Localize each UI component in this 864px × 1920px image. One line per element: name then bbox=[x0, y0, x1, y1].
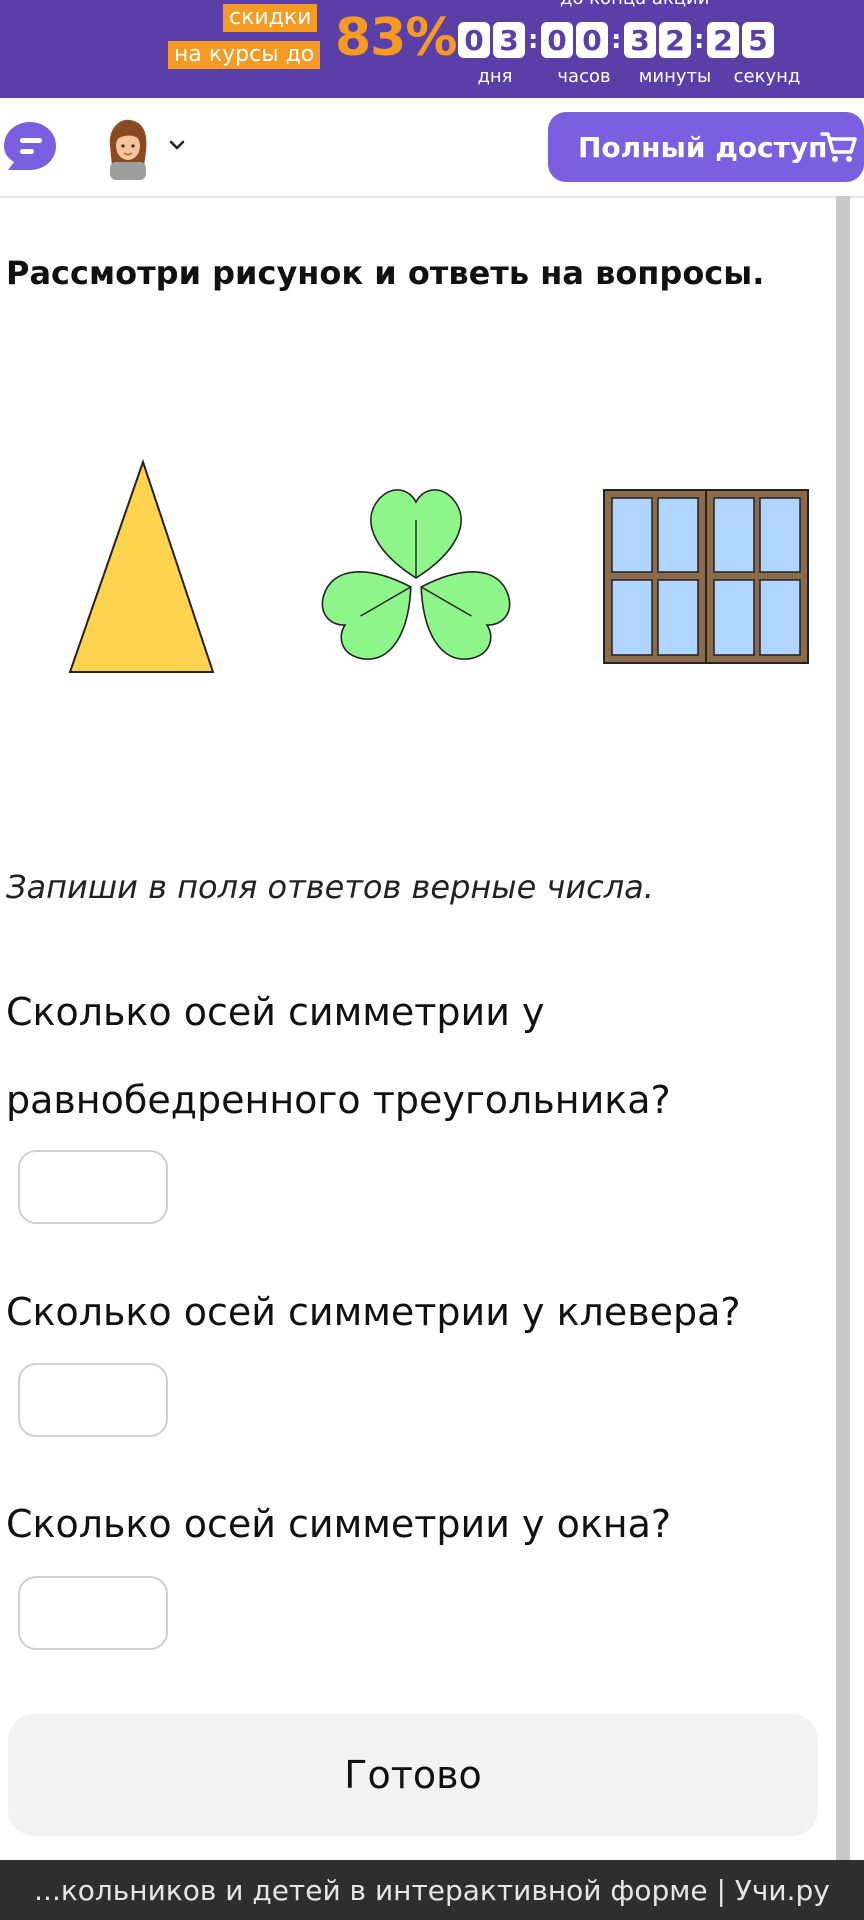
promo-percent: 83% bbox=[335, 8, 457, 68]
countdown-digit: 3 bbox=[624, 22, 656, 58]
countdown-unit-minutes: минуты bbox=[638, 66, 712, 87]
promo-banner[interactable]: до конца акции скидки на курсы до 83% 0 … bbox=[0, 0, 864, 98]
countdown-digit: 3 bbox=[493, 22, 525, 58]
promo-deadline-text: до конца акции bbox=[560, 0, 709, 9]
clover-figure bbox=[321, 489, 511, 660]
countdown-unit-seconds: секунд bbox=[733, 66, 801, 87]
countdown-digit: 2 bbox=[659, 22, 691, 58]
promo-tag-discounts: скидки bbox=[223, 4, 318, 32]
promo-tag-courses: на курсы до bbox=[168, 41, 321, 69]
avatar-icon[interactable] bbox=[102, 116, 154, 180]
question-3: Сколько осей симметрии у окна? bbox=[6, 1502, 672, 1546]
answer-field-2[interactable] bbox=[18, 1363, 168, 1437]
countdown-separator: : bbox=[528, 25, 539, 55]
countdown-digit: 0 bbox=[541, 22, 573, 58]
countdown-digit: 0 bbox=[458, 22, 490, 58]
question-2: Сколько осей симметрии у клевера? bbox=[6, 1290, 741, 1334]
figures-illustration bbox=[68, 458, 809, 673]
task-title: Рассмотри рисунок и ответь на вопросы. bbox=[6, 254, 765, 292]
scrollbar[interactable] bbox=[836, 196, 850, 1860]
window-figure bbox=[603, 489, 809, 664]
page-title-footer: ...кольников и детей в интерактивной фор… bbox=[0, 1860, 864, 1920]
answer-field-1[interactable] bbox=[18, 1150, 168, 1224]
countdown-unit-days: дня bbox=[477, 66, 513, 87]
countdown-digit: 0 bbox=[576, 22, 608, 58]
countdown-digit: 5 bbox=[742, 22, 774, 58]
countdown-separator: : bbox=[694, 25, 705, 55]
full-access-button[interactable]: Полный доступ bbox=[548, 112, 864, 182]
question-1: Сколько осей симметрии у равнобедренного… bbox=[6, 990, 671, 1122]
cart-icon bbox=[820, 132, 857, 162]
countdown-separator: : bbox=[611, 25, 622, 55]
top-header: Полный доступ bbox=[0, 98, 864, 198]
countdown-timer: 0 3 : 0 0 : 3 2 : 2 5 bbox=[458, 22, 777, 58]
isosceles-triangle-figure bbox=[68, 458, 215, 673]
chat-icon[interactable] bbox=[0, 118, 58, 174]
task-instruction: Запиши в поля ответов верные числа. bbox=[6, 868, 654, 906]
submit-button[interactable]: Готово bbox=[8, 1714, 818, 1836]
answer-field-3[interactable] bbox=[18, 1576, 168, 1650]
countdown-unit-hours: часов bbox=[557, 66, 611, 87]
countdown-digit: 2 bbox=[707, 22, 739, 58]
chevron-down-icon[interactable] bbox=[168, 136, 186, 154]
full-access-label: Полный доступ bbox=[578, 130, 828, 164]
